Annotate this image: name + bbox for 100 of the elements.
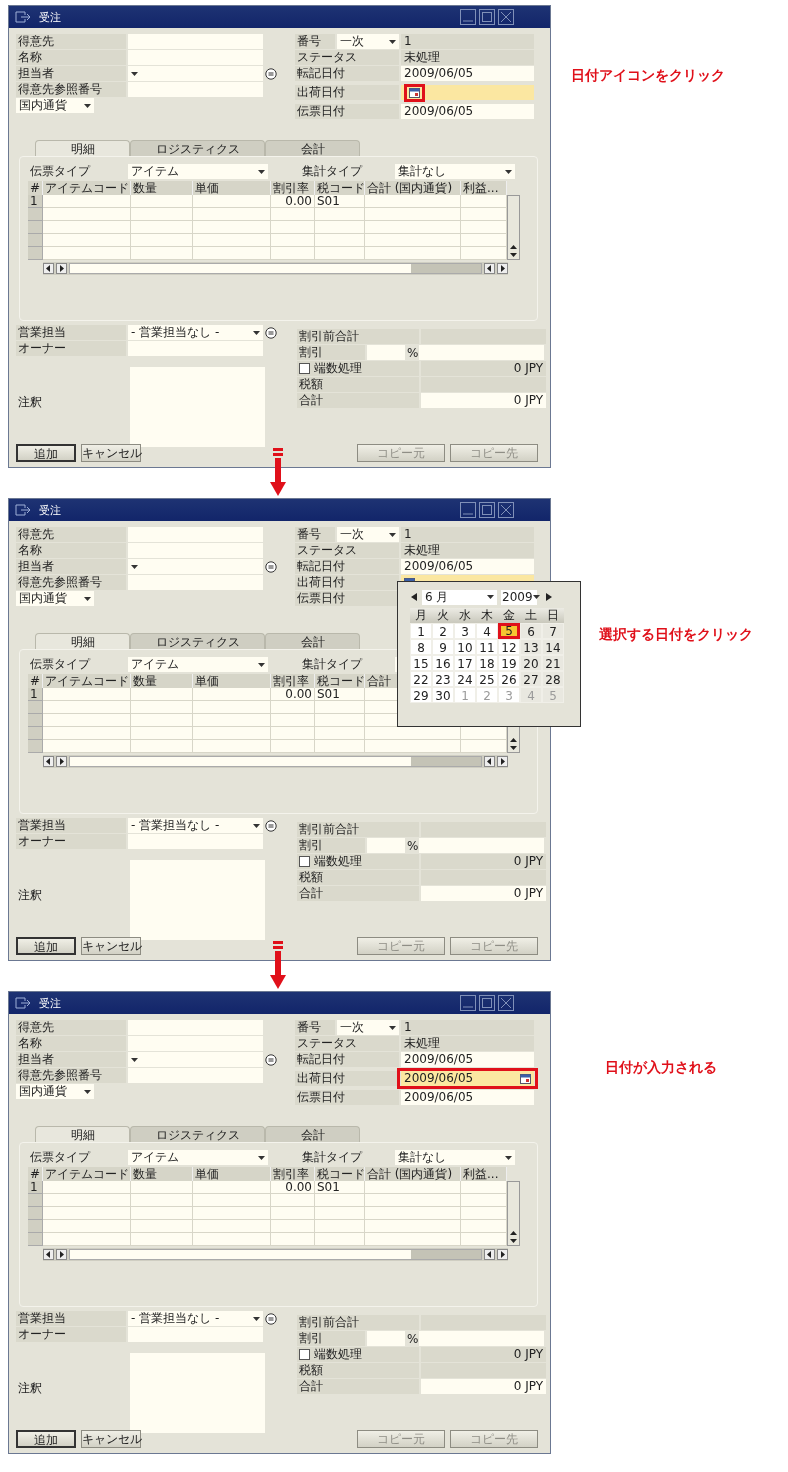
tab[interactable]: 会計 [265, 140, 360, 156]
text-field[interactable] [128, 50, 263, 65]
tab[interactable]: 明細 [35, 1126, 130, 1142]
next-icon[interactable] [545, 593, 553, 601]
dropdown[interactable]: - 営業担当なし - [128, 818, 263, 833]
tab[interactable]: ロジスティクス [130, 1126, 265, 1142]
scroll-left-icon[interactable] [484, 1249, 495, 1260]
circle-icon[interactable] [265, 560, 277, 573]
amount-field[interactable] [421, 1315, 546, 1330]
date-field[interactable]: 2009/06/05 [401, 1071, 534, 1086]
column-header[interactable]: 数量 [131, 674, 193, 688]
vertical-scrollbar[interactable] [507, 195, 520, 260]
column-header[interactable]: # [28, 674, 43, 688]
column-header[interactable]: 割引率 [271, 181, 315, 195]
checkbox[interactable] [299, 1349, 310, 1360]
checkbox[interactable] [299, 856, 310, 867]
text-field[interactable]: 未処理 [401, 50, 534, 65]
column-header[interactable]: 割引率 [271, 674, 315, 688]
scroll-right-icon[interactable] [497, 1249, 508, 1260]
horizontal-scrollbar[interactable] [43, 262, 508, 275]
amount-field[interactable] [419, 1331, 544, 1346]
calendar-day[interactable]: 25 [476, 671, 498, 687]
circle-icon[interactable] [265, 67, 277, 80]
amount-field[interactable]: 0 JPY [421, 1379, 546, 1394]
calendar-day[interactable]: 18 [476, 655, 498, 671]
text-field[interactable]: 未処理 [401, 1036, 534, 1051]
dropdown[interactable]: 集計なし [395, 1150, 515, 1165]
scroll-right-icon[interactable] [56, 756, 67, 767]
button[interactable]: 追加 [16, 937, 76, 955]
column-header[interactable]: 単価 [193, 674, 271, 688]
maximize-icon[interactable] [479, 995, 495, 1011]
column-header[interactable]: 数量 [131, 1167, 193, 1181]
column-header[interactable]: 合計 (国内通貨) [365, 1167, 461, 1181]
dropdown[interactable]: - 営業担当なし - [128, 325, 263, 340]
amount-field[interactable] [419, 838, 544, 853]
button[interactable]: キャンセル [81, 444, 141, 462]
currency-dropdown[interactable]: 国内通貨 [16, 1084, 94, 1099]
scroll-right-icon[interactable] [497, 263, 508, 274]
maximize-icon[interactable] [479, 9, 495, 25]
calendar-day[interactable]: 2 [432, 623, 454, 639]
column-header[interactable]: 単価 [193, 1167, 271, 1181]
button[interactable]: キャンセル [81, 1430, 141, 1448]
calendar-day[interactable]: 3 [454, 623, 476, 639]
close-icon[interactable] [498, 995, 514, 1011]
previous-icon[interactable] [410, 593, 418, 601]
calendar-day[interactable]: 6 [520, 623, 542, 639]
maximize-icon[interactable] [479, 502, 495, 518]
scroll-left-icon[interactable] [43, 263, 54, 274]
tab[interactable]: 会計 [265, 633, 360, 649]
column-header[interactable]: # [28, 1167, 43, 1181]
button[interactable]: キャンセル [81, 937, 141, 955]
scroll-down-icon[interactable] [508, 744, 519, 752]
scroll-up-icon[interactable] [508, 1229, 519, 1237]
date-field[interactable]: 2009/06/05 [401, 104, 534, 119]
scroll-up-icon[interactable] [508, 243, 519, 251]
horizontal-scrollbar[interactable] [43, 1248, 508, 1261]
scroll-down-icon[interactable] [508, 1237, 519, 1245]
calendar-day[interactable]: 19 [498, 655, 520, 671]
scroll-left-icon[interactable] [43, 756, 54, 767]
percent-field[interactable] [367, 1331, 405, 1346]
amount-field[interactable]: 0 JPY [421, 393, 546, 408]
calendar-icon[interactable] [520, 1073, 531, 1084]
close-icon[interactable] [498, 502, 514, 518]
minimize-icon[interactable] [460, 502, 476, 518]
column-header[interactable]: 利益... [461, 1167, 507, 1181]
dropdown[interactable]: 集計なし [395, 164, 515, 179]
calendar-day[interactable]: 4 [476, 623, 498, 639]
date-field[interactable] [401, 85, 534, 100]
series-dropdown[interactable]: 一次 [337, 1020, 399, 1035]
amount-field[interactable] [419, 345, 544, 360]
calendar-day[interactable]: 24 [454, 671, 476, 687]
column-header[interactable]: アイテムコード [43, 674, 131, 688]
text-field[interactable] [128, 34, 263, 49]
tab[interactable]: ロジスティクス [130, 633, 265, 649]
remarks-field[interactable] [130, 367, 265, 447]
minimize-icon[interactable] [460, 9, 476, 25]
circle-icon[interactable] [265, 819, 277, 832]
calendar-day[interactable]: 28 [542, 671, 564, 687]
text-field[interactable]: 未処理 [401, 543, 534, 558]
date-field[interactable]: 2009/06/05 [401, 1052, 534, 1067]
scroll-left-icon[interactable] [43, 1249, 54, 1260]
calendar-day[interactable]: 30 [432, 687, 454, 703]
series-dropdown[interactable]: 一次 [337, 34, 399, 49]
dropdown[interactable]: アイテム [128, 657, 268, 672]
scroll-right-icon[interactable] [56, 1249, 67, 1260]
calendar-day[interactable]: 29 [410, 687, 432, 703]
amount-field[interactable] [421, 822, 546, 837]
scroll-left-icon[interactable] [484, 756, 495, 767]
amount-field[interactable]: 0 JPY [421, 886, 546, 901]
calendar-day[interactable]: 1 [410, 623, 432, 639]
button[interactable]: 追加 [16, 1430, 76, 1448]
column-header[interactable]: アイテムコード [43, 1167, 131, 1181]
checkbox[interactable] [299, 363, 310, 374]
currency-dropdown[interactable]: 国内通貨 [16, 591, 94, 606]
button[interactable]: 追加 [16, 444, 76, 462]
tab[interactable]: 会計 [265, 1126, 360, 1142]
scroll-up-icon[interactable] [508, 736, 519, 744]
date-field[interactable]: 2009/06/05 [401, 1090, 534, 1105]
dropdown[interactable]: - 営業担当なし - [128, 1311, 263, 1326]
column-header[interactable]: # [28, 181, 43, 195]
